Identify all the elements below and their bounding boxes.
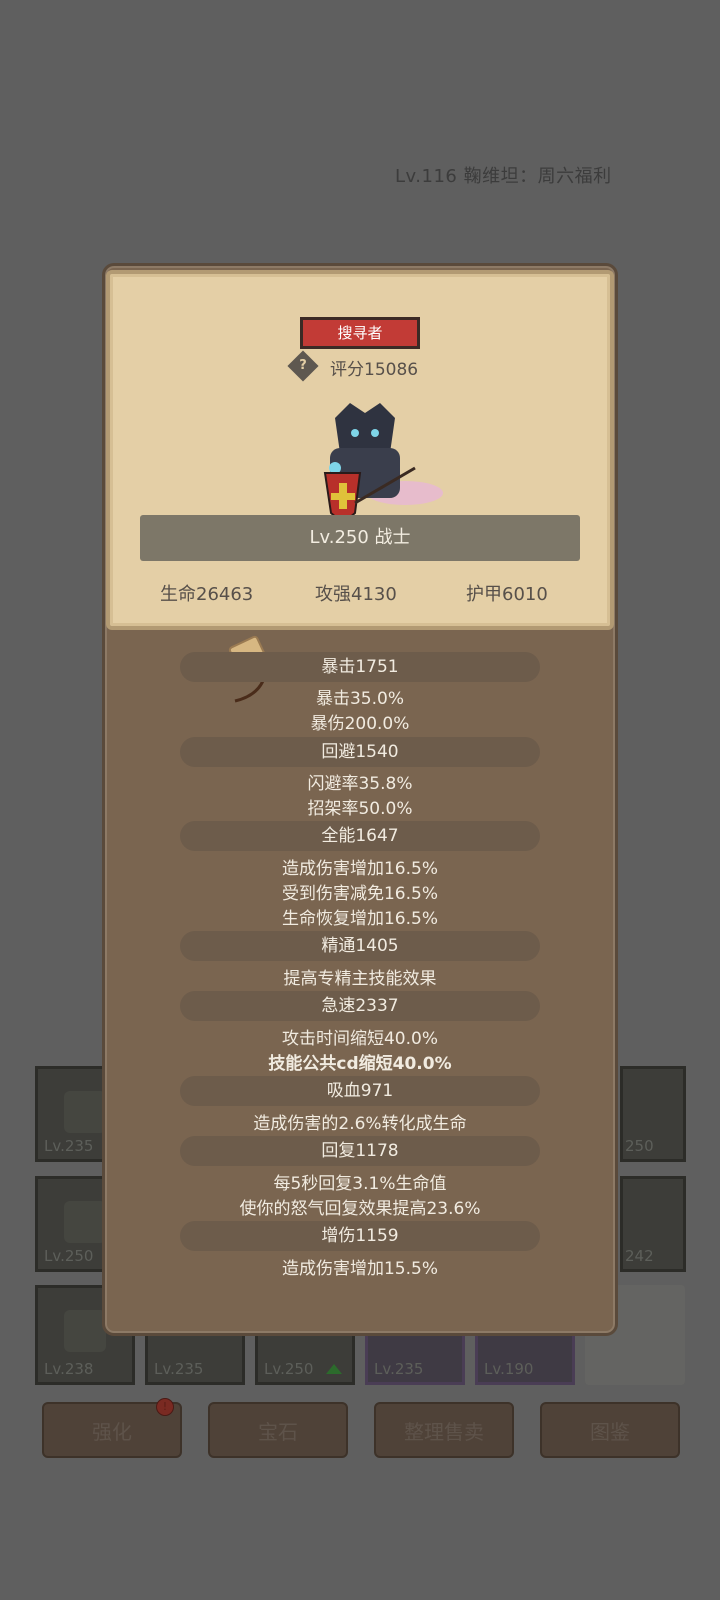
stat-line: 受到伤害减免16.5% [281, 884, 438, 904]
stat-line: 暴击35.0% [315, 689, 404, 709]
stat-header-haste: 急速2337 [180, 991, 540, 1021]
slot-level: Lv.190 [484, 1360, 534, 1378]
help-icon[interactable]: ? [287, 350, 319, 382]
stat-line: 攻击时间缩短40.0% [281, 1029, 438, 1049]
slot-level: Lv.250 [44, 1247, 94, 1265]
slot-level: Lv.250 [264, 1360, 314, 1378]
stat-header-mastery: 精通1405 [180, 931, 540, 961]
notification-badge: ! [156, 1398, 174, 1416]
stat-line: 使你的怒气回复效果提高23.6% [239, 1199, 481, 1219]
stat-line: 招架率50.0% [307, 799, 413, 819]
stat-header-regen: 回复1178 [180, 1136, 540, 1166]
armor-stat: 护甲6010 [466, 584, 548, 605]
warrior-character-icon [323, 403, 443, 525]
stat-header-damage-boost: 增伤1159 [180, 1221, 540, 1251]
stat-line: 造成伤害增加15.5% [281, 1259, 438, 1279]
codex-label: 图鉴 [590, 1419, 630, 1444]
stat-line: 造成伤害增加16.5% [281, 859, 438, 879]
stat-header-crit: 暴击1751 [180, 652, 540, 682]
slot-level: 242 [625, 1247, 654, 1265]
slot-level: Lv.235 [44, 1137, 94, 1155]
stat-line: 技能公共cd缩短40.0% [268, 1054, 452, 1074]
strengthen-label: 强化 [92, 1419, 132, 1444]
stat-line: 每5秒回复3.1%生命值 [273, 1174, 447, 1194]
slot-level: Lv.238 [44, 1360, 94, 1378]
stat-line: 闪避率35.8% [307, 774, 413, 794]
gem-button[interactable]: 宝石 [208, 1402, 348, 1458]
attack-stat: 攻强4130 [315, 584, 397, 605]
gem-label: 宝石 [258, 1419, 298, 1444]
slot-level: Lv.235 [374, 1360, 424, 1378]
score-text: 评分15086 [330, 360, 419, 380]
slot-level: 250 [625, 1137, 654, 1155]
class-tag: 搜寻者 [300, 317, 420, 349]
stat-header-dodge: 回避1540 [180, 737, 540, 767]
equipment-slot[interactable]: 242 [620, 1176, 686, 1272]
stat-header-versatility: 全能1647 [180, 821, 540, 851]
stat-line: 提高专精主技能效果 [283, 969, 437, 989]
stat-line: 造成伤害的2.6%转化成生命 [253, 1114, 467, 1134]
hp-stat: 生命26463 [160, 584, 254, 605]
codex-button[interactable]: 图鉴 [540, 1402, 680, 1458]
level-class-bar: Lv.250 战士 [140, 515, 580, 561]
upgrade-arrow-icon [326, 1364, 342, 1374]
sort-sell-label: 整理售卖 [404, 1419, 484, 1444]
stat-line: 生命恢复增加16.5% [281, 909, 438, 929]
stat-header-lifesteal: 吸血971 [180, 1076, 540, 1106]
stat-line: 暴伤200.0% [310, 714, 410, 734]
slot-level: Lv.235 [154, 1360, 204, 1378]
equipment-slot[interactable]: 250 [620, 1066, 686, 1162]
help-icon-label: ? [299, 358, 307, 373]
mace-icon [64, 1310, 106, 1352]
sword-icon [64, 1091, 106, 1133]
stage-title: Lv.116 鞠维坦：周六福利 [395, 166, 612, 187]
sort-sell-button[interactable]: 整理售卖 [374, 1402, 514, 1458]
armor-icon [64, 1201, 106, 1243]
strengthen-button[interactable]: 强化 ! [42, 1398, 182, 1458]
